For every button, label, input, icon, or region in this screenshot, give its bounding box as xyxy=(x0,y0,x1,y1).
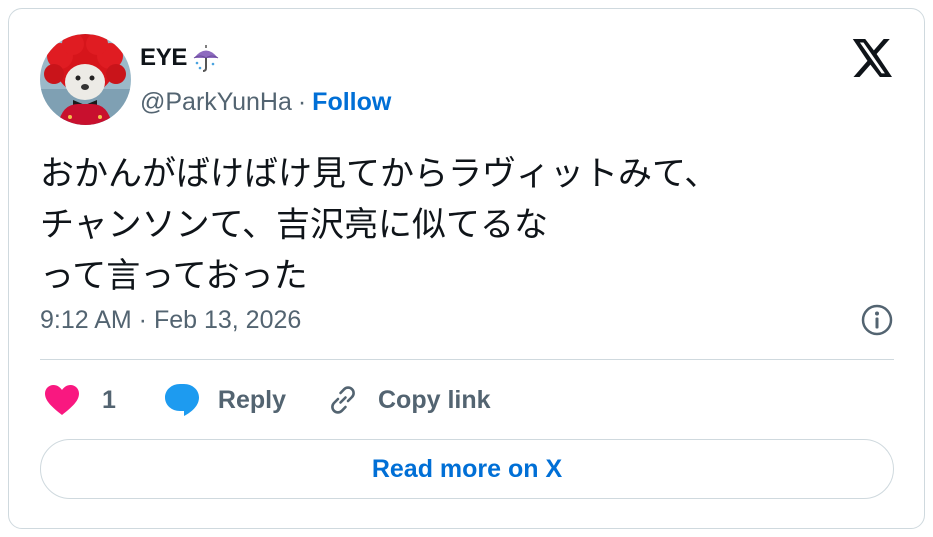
read-more-button[interactable]: Read more on X xyxy=(40,439,894,499)
reply-bubble-icon xyxy=(164,383,200,417)
x-logo-icon[interactable] xyxy=(852,39,894,77)
author-handle-row: @ParkYunHa · Follow xyxy=(140,88,391,117)
reply-label: Reply xyxy=(217,385,286,414)
divider xyxy=(40,359,894,360)
umbrella-emoji-icon xyxy=(191,43,221,73)
avatar[interactable] xyxy=(40,34,131,125)
copy-link-button[interactable]: Copy link xyxy=(326,383,491,417)
link-icon xyxy=(326,383,360,417)
tweet-timestamp[interactable]: 9:12 AM · Feb 13, 2026 xyxy=(40,306,301,335)
heart-icon xyxy=(44,384,80,416)
author-name-row: EYE xyxy=(140,43,221,73)
copy-link-label: Copy link xyxy=(378,385,491,414)
tweet-card: EYE @ParkYunHa · Follow おかんがばけばけ見てからラヴィッ… xyxy=(8,8,925,529)
author-handle[interactable]: @ParkYunHa xyxy=(140,88,292,117)
like-button[interactable]: 1 xyxy=(44,384,116,416)
info-icon[interactable] xyxy=(860,303,894,337)
tweet-text: おかんがばけばけ見てからラヴィットみて、 チャンソンて、吉沢亮に似てるな って言… xyxy=(40,154,719,296)
handle-separator: · xyxy=(297,88,307,116)
author-name[interactable]: EYE xyxy=(140,44,187,72)
follow-button[interactable]: Follow xyxy=(312,88,391,117)
action-bar: 1 Reply Copy link xyxy=(44,379,491,421)
reply-button[interactable]: Reply xyxy=(164,383,286,417)
like-count: 1 xyxy=(102,385,116,414)
